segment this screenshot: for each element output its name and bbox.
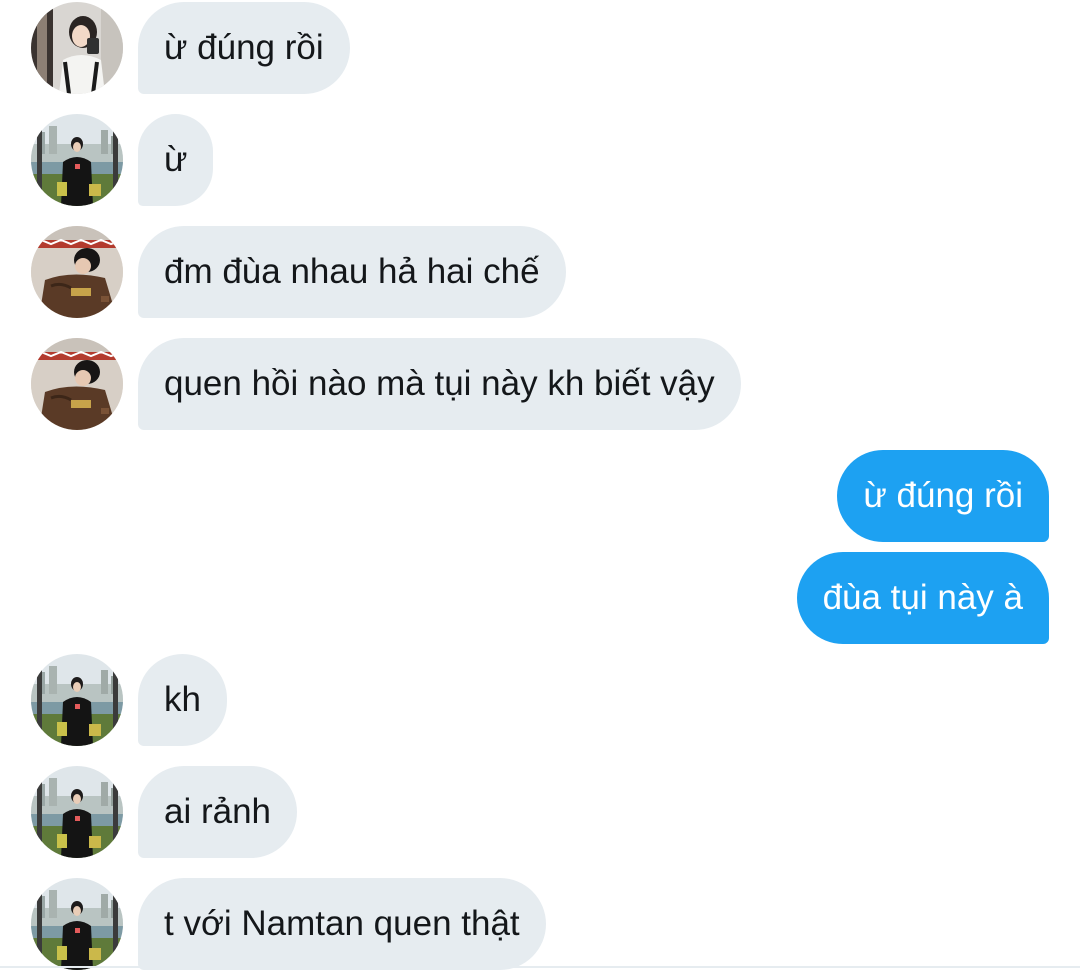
avatar[interactable] bbox=[31, 226, 123, 318]
message-thread: ừ đúng rồi ừ đm đùa nhau hả hai chế quen… bbox=[0, 0, 1080, 976]
message-text: t với Namtan quen thật bbox=[164, 904, 520, 943]
message-bubble-incoming[interactable]: đm đùa nhau hả hai chế bbox=[138, 226, 566, 318]
composer-divider bbox=[0, 966, 1080, 968]
user-photo-icon bbox=[31, 338, 123, 430]
message-bubble-incoming[interactable]: ừ đúng rồi bbox=[138, 2, 350, 94]
avatar[interactable] bbox=[31, 654, 123, 746]
message-text: quen hồi nào mà tụi này kh biết vậy bbox=[164, 364, 715, 403]
message-bubble-incoming[interactable]: ai rảnh bbox=[138, 766, 298, 858]
message-bubble-outgoing[interactable]: đùa tụi này à bbox=[796, 552, 1049, 644]
message-bubble-outgoing[interactable]: ừ đúng rồi bbox=[837, 450, 1049, 542]
message-text: ừ bbox=[164, 140, 188, 179]
message-text: kh bbox=[164, 680, 201, 719]
message-text: ai rảnh bbox=[164, 792, 272, 831]
message-bubble-incoming[interactable]: t với Namtan quen thật bbox=[138, 878, 546, 970]
avatar[interactable] bbox=[31, 338, 123, 430]
message-bubble-incoming[interactable]: kh bbox=[138, 654, 227, 746]
avatar[interactable] bbox=[31, 2, 123, 94]
user-photo-icon bbox=[31, 654, 123, 746]
user-photo-icon bbox=[31, 2, 123, 94]
message-bubble-incoming[interactable]: quen hồi nào mà tụi này kh biết vậy bbox=[138, 338, 741, 430]
message-text: ừ đúng rồi bbox=[164, 28, 324, 67]
user-photo-icon bbox=[31, 226, 123, 318]
message-text: đm đùa nhau hả hai chế bbox=[164, 252, 540, 291]
user-photo-icon bbox=[31, 878, 123, 970]
user-photo-icon bbox=[31, 114, 123, 206]
message-bubble-incoming[interactable]: ừ bbox=[138, 114, 214, 206]
avatar[interactable] bbox=[31, 878, 123, 970]
message-text: đùa tụi này à bbox=[822, 578, 1023, 617]
user-photo-icon bbox=[31, 766, 123, 858]
message-text: ừ đúng rồi bbox=[863, 476, 1023, 515]
avatar[interactable] bbox=[31, 766, 123, 858]
avatar[interactable] bbox=[31, 114, 123, 206]
